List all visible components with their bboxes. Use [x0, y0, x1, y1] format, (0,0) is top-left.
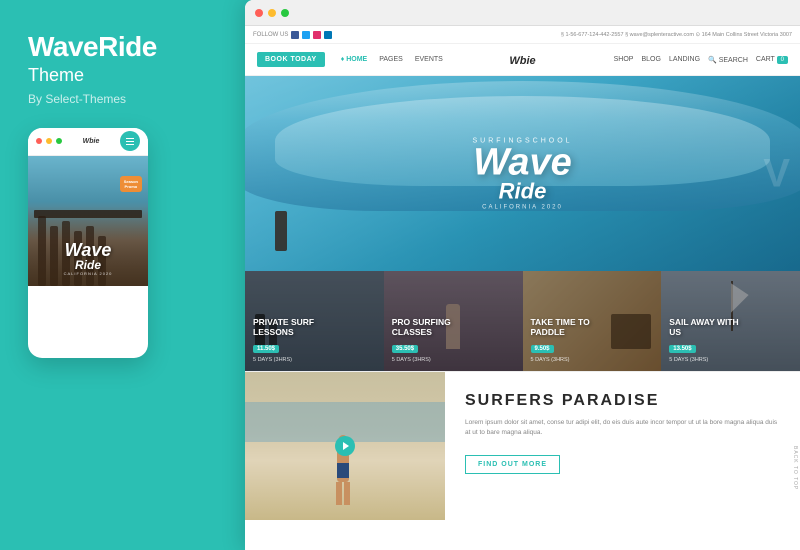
card-4-badge: 13.50$	[669, 345, 695, 353]
surfers-paradise-title: SURFERS PARADISE	[465, 392, 780, 410]
site-top-bar: FOLLOW US § 1-56-677-124-442-2557 § wave…	[245, 26, 800, 44]
card-4-title: SAIL AWAY WITHUS	[669, 317, 792, 337]
find-out-more-button[interactable]: FIND OUT MORE	[465, 455, 560, 474]
nav-pages[interactable]: PAGES	[379, 56, 403, 63]
card-1-title: PRIVATE SURFLESSONS	[253, 317, 376, 337]
card-3-content: TAKE TIME TOPADDLE 9.50$ 5 DAYS (3HRS)	[531, 317, 654, 363]
left-panel: WaveRide Theme By Select-Themes Wbie	[0, 0, 248, 550]
card-2-badge: 35.50$	[392, 345, 418, 353]
site-contact-info: § 1-56-677-124-442-2557 § wave@splentera…	[561, 32, 792, 38]
linkedin-icon[interactable]	[324, 31, 332, 39]
card-pro-surfing[interactable]: PRO SURFINGCLASSES 35.50$ 5 DAYS (3HRS)	[384, 271, 523, 371]
nav-events[interactable]: EVENTS	[415, 56, 443, 63]
chrome-dot-yellow[interactable]	[268, 9, 276, 17]
site-navigation: BOOK TODAY ♦ HOME PAGES EVENTS Wbie SHOP…	[245, 44, 800, 76]
nav-search[interactable]: 🔍 SEARCH	[708, 56, 748, 64]
nav-links: ♦ HOME PAGES EVENTS	[341, 56, 443, 63]
card-sail[interactable]: SAIL AWAY WITHUS 13.50$ 5 DAYS (3HRS)	[661, 271, 800, 371]
card-paddle[interactable]: TAKE TIME TOPADDLE 9.50$ 5 DAYS (3HRS)	[523, 271, 662, 371]
nav-landing[interactable]: LANDING	[669, 56, 700, 63]
chrome-dot-red[interactable]	[255, 9, 263, 17]
mobile-logo-area: Wbie	[66, 138, 116, 145]
nav-home[interactable]: ♦ HOME	[341, 56, 368, 63]
surfer-left	[275, 211, 287, 251]
mobile-top-bar: Wbie	[28, 128, 148, 156]
card-1-days: 5 DAYS (3HRS)	[253, 357, 376, 363]
site-logo: Wbie	[509, 52, 535, 67]
chrome-dot-green[interactable]	[281, 9, 289, 17]
site-hero: SURFINGSCHOOL Wave Ride CALIFORNIA 2020 …	[245, 76, 800, 271]
nav-right-links: SHOP BLOG LANDING 🔍 SEARCH CART 0	[614, 56, 788, 64]
mobile-dot-green	[56, 138, 62, 144]
play-button[interactable]	[335, 436, 355, 456]
back-to-top-link[interactable]: BACK TO TOP	[792, 446, 798, 490]
card-2-days: 5 DAYS (3HRS)	[392, 357, 515, 363]
nav-blog[interactable]: BLOG	[641, 56, 660, 63]
card-3-days: 5 DAYS (3HRS)	[531, 357, 654, 363]
hamburger-icon	[126, 138, 134, 145]
mobile-hero-image: Wave Ride CALIFORNIA 2020 SeasonPromo	[28, 156, 148, 286]
card-2-content: PRO SURFINGCLASSES 35.50$ 5 DAYS (3HRS)	[392, 317, 515, 363]
twitter-icon[interactable]	[302, 31, 310, 39]
card-3-title: TAKE TIME TOPADDLE	[531, 317, 654, 337]
mobile-wave-logo: Wave Ride CALIFORNIA 2020	[64, 241, 113, 276]
nav-shop[interactable]: SHOP	[614, 56, 634, 63]
card-4-content: SAIL AWAY WITHUS 13.50$ 5 DAYS (3HRS)	[669, 317, 792, 363]
card-1-badge: 11.50$	[253, 345, 279, 353]
mobile-mockup: Wbie Wave R	[28, 128, 148, 358]
card-3-badge: 9.50$	[531, 345, 554, 353]
season-badge: SeasonPromo	[120, 176, 142, 192]
cards-section: PRIVATE SURFLESSONS 11.50$ 5 DAYS (3HRS)…	[245, 271, 800, 371]
brand-title: WaveRide Theme By Select-Themes	[28, 32, 157, 106]
book-today-button[interactable]: BOOK TODAY	[257, 52, 325, 67]
card-private-surf[interactable]: PRIVATE SURFLESSONS 11.50$ 5 DAYS (3HRS)	[245, 271, 384, 371]
browser-chrome	[245, 0, 800, 26]
mobile-menu-button[interactable]	[120, 131, 140, 151]
hero-logo-overlay: SURFINGSCHOOL Wave Ride CALIFORNIA 2020	[472, 137, 572, 210]
facebook-icon[interactable]	[291, 31, 299, 39]
card-1-content: PRIVATE SURFLESSONS 11.50$ 5 DAYS (3HRS)	[253, 317, 376, 363]
surfers-paradise-section: SURFERS PARADISE Lorem ipsum dolor sit a…	[445, 372, 800, 520]
site-social-links: FOLLOW US	[253, 31, 332, 39]
play-icon	[343, 442, 349, 450]
card-2-title: PRO SURFINGCLASSES	[392, 317, 515, 337]
browser-mockup: FOLLOW US § 1-56-677-124-442-2557 § wave…	[245, 0, 800, 550]
instagram-icon[interactable]	[313, 31, 321, 39]
card-4-days: 5 DAYS (3HRS)	[669, 357, 792, 363]
decorative-v: V	[763, 151, 790, 196]
mobile-logo: Wbie	[83, 138, 100, 145]
lower-section: SURFERS PARADISE Lorem ipsum dolor sit a…	[245, 371, 800, 520]
mobile-dot-yellow	[46, 138, 52, 144]
cart-count: 0	[777, 56, 788, 64]
lower-left-image	[245, 372, 445, 520]
surfers-paradise-text: Lorem ipsum dolor sit amet, conse tur ad…	[465, 418, 780, 439]
mobile-dot-red	[36, 138, 42, 144]
nav-cart[interactable]: CART 0	[756, 56, 788, 63]
